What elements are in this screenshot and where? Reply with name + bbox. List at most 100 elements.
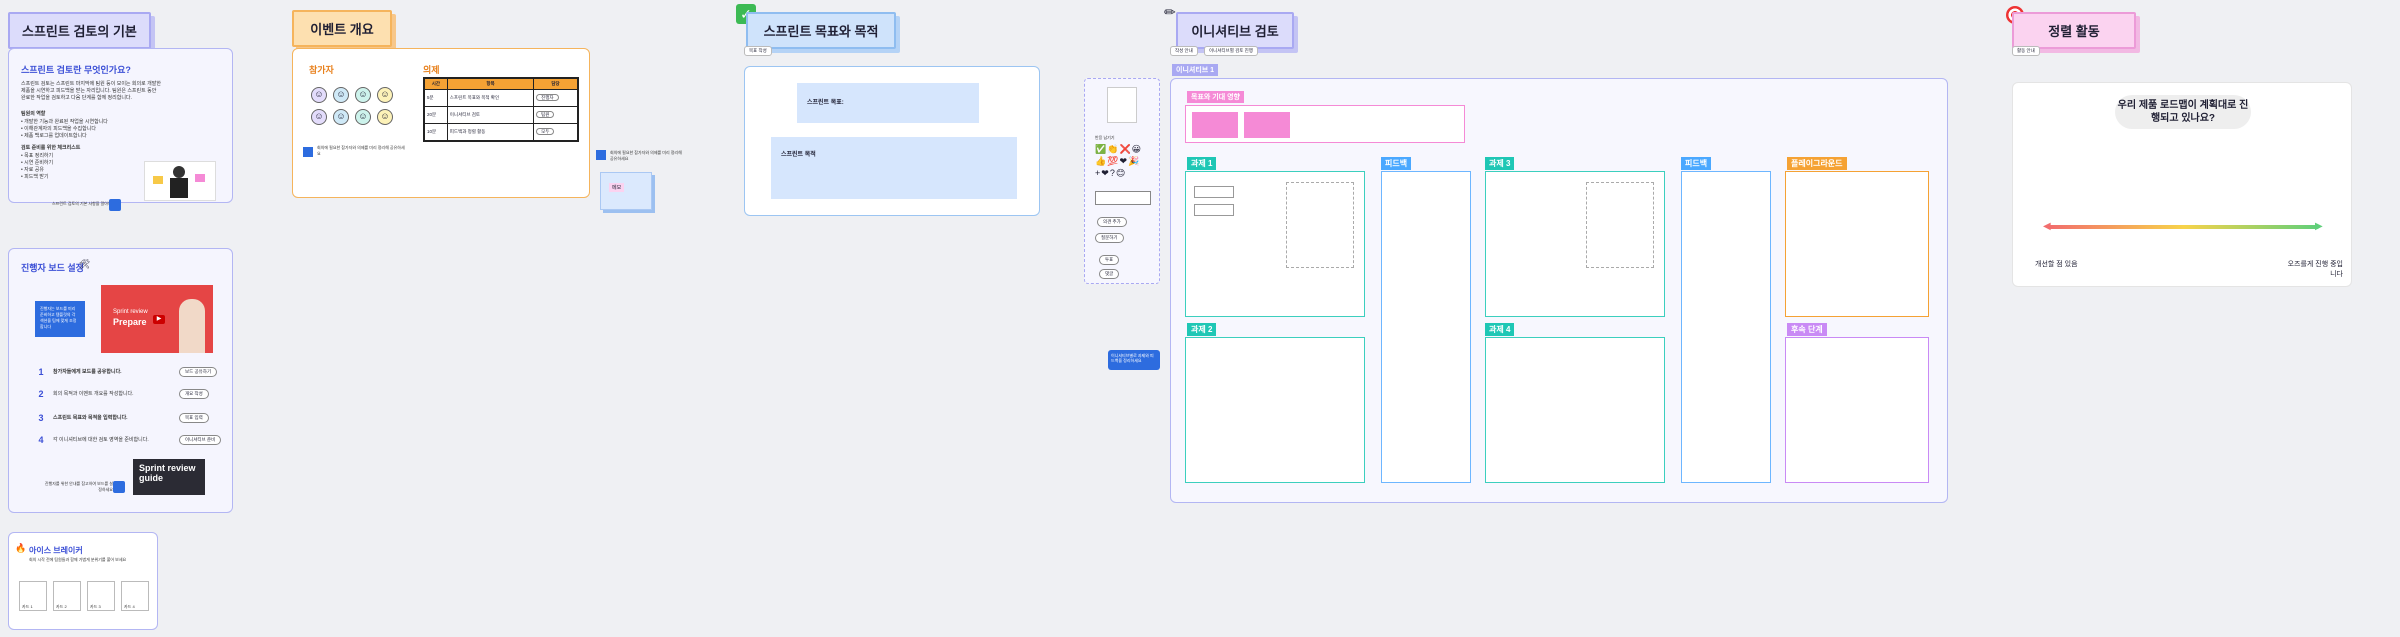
scale-right-label: 오즈를게 진행 중입니다	[2287, 261, 2343, 278]
video-title: Prepare	[113, 317, 147, 327]
reaction-label: 반응 남기기	[1095, 135, 1115, 140]
step-number: 4	[38, 435, 44, 445]
video-subtitle: Sprint review	[113, 309, 148, 315]
overview-title[interactable]: 이벤트 개요	[292, 10, 392, 47]
initiative-board: 목표와 기대 영향 과제 1 피드백 과제 3 피드백 플레이그라운드 과제 2…	[1170, 78, 1948, 503]
initiative-title[interactable]: 이니셔티브 검토	[1176, 12, 1294, 49]
step-button[interactable]: 보드 공유하기	[179, 367, 218, 377]
participants-label: 참가자	[309, 65, 334, 75]
playground-box[interactable]	[1785, 171, 1929, 317]
participant-avatar[interactable]: ☺	[355, 87, 371, 103]
participant-avatar[interactable]: ☺	[377, 87, 393, 103]
step-button[interactable]: 이니셔티브 준비	[179, 435, 222, 445]
alignment-scale[interactable]	[2049, 225, 2319, 229]
video-thumbnail[interactable]: Sprint review Prepare ▶	[101, 285, 213, 353]
alignment-tag[interactable]: 활동 안내	[2012, 46, 2040, 56]
emoji-icon: 💯	[1107, 156, 1120, 166]
participant-avatar[interactable]: ☺	[311, 109, 327, 125]
goal-input[interactable]: 스프린트 목표:	[797, 83, 979, 123]
step-button[interactable]: 목표 입력	[179, 413, 209, 423]
table-cell[interactable]: 진행자	[533, 89, 579, 107]
task-box[interactable]	[1185, 337, 1365, 483]
table-cell[interactable]: 모두	[533, 123, 579, 141]
table-header: 시간	[423, 77, 448, 90]
task-card[interactable]	[1194, 204, 1234, 216]
paper-card[interactable]	[1107, 87, 1137, 123]
participant-avatar[interactable]: ☺	[333, 87, 349, 103]
iceberg-panel: 🔥 아이스 브레이커 회의 시작 전에 팀원들과 함께 가볍게 분위기를 풀어 …	[8, 532, 158, 630]
hint-arrow-icon[interactable]	[596, 150, 606, 160]
purpose-input[interactable]: 스프린트 목적	[771, 137, 1017, 199]
hint-arrow-icon[interactable]	[113, 481, 125, 493]
prep-item: • 피드백 받기	[21, 174, 49, 180]
tools-icon: 🛠	[79, 259, 91, 269]
roles-body: • 개발한 기능과 완료된 작업을 시연합니다 • 이해관계자의 피드백을 수집…	[21, 119, 108, 139]
goals-tag[interactable]: 목표 작성	[744, 46, 772, 56]
facilitator-blue-note[interactable]: 진행자는 보드를 미리 준비하고 템플릿의 각 섹션을 팀에 맞게 조정합니다	[35, 301, 85, 337]
context-box[interactable]	[1185, 105, 1465, 143]
pencil-icon: ✏	[1164, 4, 1176, 20]
iceberg-card[interactable]: 카드 4	[121, 581, 149, 611]
next-steps-box[interactable]	[1785, 337, 1929, 483]
iceberg-card[interactable]: 카드 3	[87, 581, 115, 611]
overview-panel: 참가자 의제 ☺ ☺ ☺ ☺ ☺ ☺ ☺ ☺ 회의에 필요한 참가자와 의제를 …	[292, 48, 590, 198]
task-placeholder[interactable]	[1586, 182, 1654, 268]
participant-avatar[interactable]: ☺	[311, 87, 327, 103]
play-icon[interactable]: ▶	[153, 315, 165, 324]
overview-side-note: 회의에 필요한 참가자와 의제를 미리 정리해 공유하세요	[317, 145, 405, 156]
table-header: 담당	[533, 77, 579, 90]
side-button[interactable]: 질문하기	[1095, 233, 1124, 243]
basics-title[interactable]: 스프린트 검토의 기본	[8, 12, 151, 49]
task-card[interactable]	[1194, 186, 1234, 198]
task-box[interactable]	[1185, 171, 1365, 317]
step-text: 스프린트 목표와 목적을 입력합니다.	[53, 415, 128, 421]
side-button[interactable]: 댓글	[1099, 269, 1120, 279]
feedback-box[interactable]	[1381, 171, 1471, 483]
hint-arrow-icon[interactable]	[303, 147, 313, 157]
emoji-grid[interactable]: ✅👏❌😀 👍💯❤🎉 +❤?😊	[1095, 143, 1153, 179]
step-text: 참가자들에게 보드를 공유합니다.	[53, 369, 122, 375]
table-cell: 이니셔티브 검토	[446, 106, 535, 124]
participant-avatar[interactable]: ☺	[377, 109, 393, 125]
task-placeholder[interactable]	[1286, 182, 1354, 268]
prep-item: • 목표 정리하기	[21, 153, 54, 159]
table-cell: 5분	[423, 89, 448, 107]
step-number: 2	[38, 389, 44, 399]
table-cell[interactable]: 팀원	[533, 106, 579, 124]
emoji-icon: 👍	[1095, 156, 1108, 166]
side-button[interactable]: 의견 추가	[1097, 217, 1127, 227]
iceberg-card[interactable]: 카드 1	[19, 581, 47, 611]
sticky-note[interactable]: 메모	[600, 172, 652, 210]
table-cell: 피드백과 정렬 활동	[446, 123, 535, 141]
reaction-toolbox: 반응 남기기 ✅👏❌😀 👍💯❤🎉 +❤?😊 의견 추가 질문하기 투표 댓글	[1084, 78, 1160, 284]
playground-label: 플레이그라운드	[1787, 157, 1847, 170]
hint-arrow-icon[interactable]	[109, 199, 121, 211]
goals-title[interactable]: 스프린트 목표와 목적	[746, 12, 896, 49]
emoji-icon: ❤	[1119, 156, 1128, 166]
initiative-note[interactable]: 이니셔티브별로 과제와 피드백을 정리하세요	[1108, 350, 1160, 370]
fire-icon: 🔥	[15, 543, 27, 553]
task-box[interactable]	[1485, 337, 1665, 483]
guide-card[interactable]: Sprint review guide	[133, 459, 205, 495]
facilitator-hint: 진행자를 위한 안내를 참고하여 보드를 설정하세요	[44, 481, 113, 492]
feedback-label: 피드백	[1381, 157, 1412, 170]
step-button[interactable]: 개요 작성	[179, 389, 209, 399]
participant-avatar[interactable]: ☺	[333, 109, 349, 125]
iceberg-card[interactable]: 카드 2	[53, 581, 81, 611]
comment-input[interactable]	[1095, 191, 1151, 205]
what-body: 스프린트 검토는 스프린트 마지막에 팀원 등이 모이는 회의로 개발한 제품을…	[21, 81, 161, 101]
facilitator-panel: 진행자 보드 설정 🛠 진행자는 보드를 미리 준비하고 템플릿의 각 섹션을 …	[8, 248, 233, 513]
initiative-tag[interactable]: 작성 안내	[1170, 46, 1198, 56]
alignment-title[interactable]: 정렬 활동	[2012, 12, 2136, 49]
side-button[interactable]: 투표	[1099, 255, 1120, 265]
feedback-box[interactable]	[1681, 171, 1771, 483]
iceberg-title: 아이스 브레이커	[29, 546, 83, 555]
task-box[interactable]	[1485, 171, 1665, 317]
agenda-label: 의제	[423, 65, 440, 75]
emoji-icon: ❤	[1101, 168, 1110, 178]
initiative-tag[interactable]: 이니셔티브별 검토 진행	[1204, 46, 1258, 56]
participant-avatar[interactable]: ☺	[355, 109, 371, 125]
presenter-illustration	[144, 161, 216, 201]
what-title: 스프린트 검토란 무엇인가요?	[21, 65, 131, 75]
basics-panel: 스프린트 검토란 무엇인가요? 스프린트 검토는 스프린트 마지막에 팀원 등이…	[8, 48, 233, 211]
